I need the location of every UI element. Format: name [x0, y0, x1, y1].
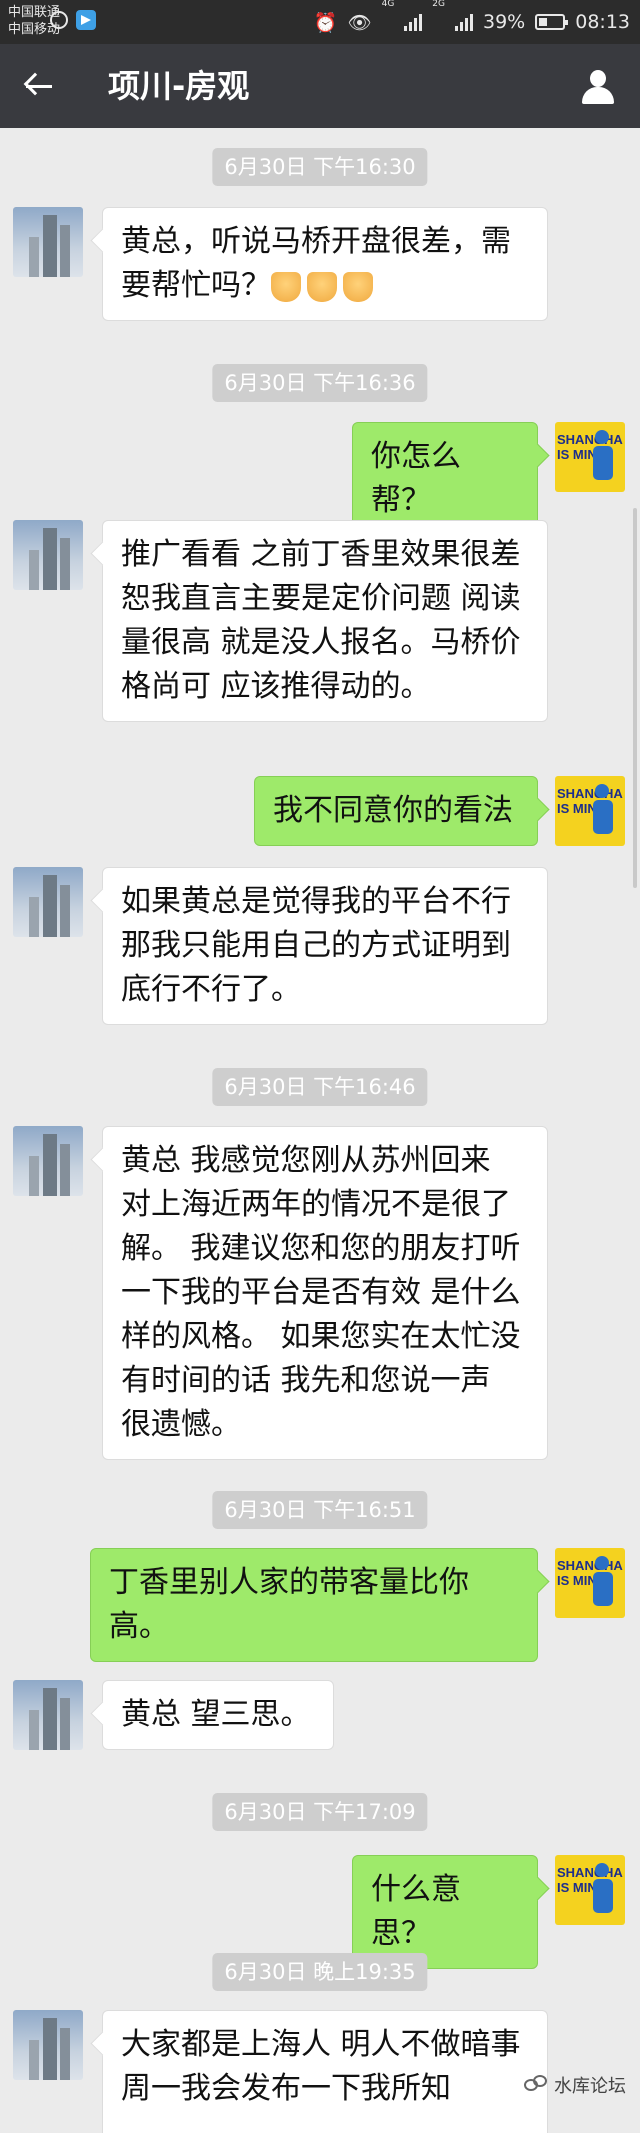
network-4g-label: 4G — [381, 0, 395, 9]
message-text: 推广看看 之前丁香里效果很差 恕我直言主要是定价问题 阅读量很高 就是没人报名。… — [121, 537, 521, 704]
message-bubble-incoming[interactable]: 推广看看 之前丁香里效果很差 恕我直言主要是定价问题 阅读量很高 就是没人报名。… — [102, 520, 548, 722]
alarm-icon: ⏰ — [313, 11, 338, 34]
watermark-text: 水库论坛 — [554, 2076, 626, 2097]
status-right: ⏰ 👁 4G 2G 39% 08:13 — [314, 0, 630, 44]
contact-avatar[interactable] — [13, 867, 83, 937]
message-text: 黄总 我感觉您刚从苏州回来 对上海近两年的情况不是很了解。 我建议您和您的朋友打… — [121, 1143, 521, 1442]
message-text: 我不同意你的看法 — [273, 793, 513, 828]
timestamp: 6月30日 下午16:51 — [212, 1491, 428, 1529]
contact-avatar[interactable] — [13, 2010, 83, 2080]
message-bubble-incoming[interactable]: 黄总，听说马桥开盘很差，需要帮忙吗？ — [102, 207, 548, 321]
message-text: 什么意思？ — [371, 1872, 461, 1951]
eye-icon: 👁 — [347, 11, 372, 34]
message-bubble-outgoing[interactable]: 丁香里别人家的带客量比你高。 — [90, 1548, 538, 1662]
message-bubble-incoming[interactable]: 如果黄总是觉得我的平台不行 那我只能用自己的方式证明到底行不行了。 — [102, 867, 548, 1025]
message-bubble-incoming[interactable]: 大家都是上海人 明人不做暗事 周一我会发布一下我所知 — [102, 2010, 548, 2133]
message-text: 黄总 望三思。 — [121, 1697, 311, 1732]
clock: 08:13 — [575, 11, 630, 33]
battery-icon — [535, 14, 569, 30]
message-bubble-outgoing[interactable]: 什么意思？ — [352, 1855, 538, 1969]
contact-avatar[interactable] — [13, 520, 83, 590]
scrollbar[interactable] — [633, 508, 637, 888]
contact-avatar[interactable] — [13, 1680, 83, 1750]
message-list[interactable]: 6月30日 下午16:30 黄总，听说马桥开盘很差，需要帮忙吗？ 6月30日 下… — [0, 128, 640, 2133]
chat-info-button[interactable] — [580, 70, 616, 106]
network-2g-label: 2G — [432, 0, 445, 9]
message-text: 你怎么帮？ — [371, 439, 461, 518]
message-bubble-outgoing[interactable]: 我不同意你的看法 — [254, 776, 538, 846]
timestamp: 6月30日 下午16:36 — [212, 364, 428, 402]
folded-hands-emoji — [271, 271, 373, 302]
signal-icon — [404, 13, 423, 31]
timestamp: 6月30日 下午16:46 — [212, 1068, 428, 1106]
message-bubble-incoming[interactable]: 黄总 我感觉您刚从苏州回来 对上海近两年的情况不是很了解。 我建议您和您的朋友打… — [102, 1126, 548, 1460]
my-avatar[interactable]: SHANGHA IS MINE — [555, 1548, 625, 1618]
message-text: 丁香里别人家的带客量比你高。 — [109, 1565, 469, 1644]
my-avatar[interactable]: SHANGHA IS MINE — [555, 1855, 625, 1925]
message-text: 如果黄总是觉得我的平台不行 那我只能用自己的方式证明到底行不行了。 — [121, 884, 511, 1007]
my-avatar[interactable]: SHANGHA IS MINE — [555, 776, 625, 846]
watermark: 水库论坛 — [524, 2072, 626, 2098]
chat-header: 项川-房观 — [0, 44, 640, 128]
back-button[interactable] — [22, 68, 62, 104]
notification-icons — [50, 10, 96, 30]
timestamp: 6月30日 下午17:09 — [212, 1793, 428, 1831]
wechat-icon — [524, 2075, 548, 2095]
message-text: 大家都是上海人 明人不做暗事 周一我会发布一下我所知 — [121, 2027, 521, 2106]
telegram-icon — [76, 10, 96, 30]
contact-avatar[interactable] — [13, 1126, 83, 1196]
status-bar: 中国联通 中国移动 ⏰ 👁 4G 2G 39% 08:13 — [0, 0, 640, 44]
timestamp: 6月30日 下午16:30 — [212, 148, 428, 186]
battery-percent: 39% — [483, 11, 526, 33]
signal-icon-2 — [455, 13, 473, 31]
sync-icon — [50, 11, 68, 29]
chat-title: 项川-房观 — [108, 67, 250, 105]
message-bubble-outgoing[interactable]: 你怎么帮？ — [352, 422, 538, 536]
my-avatar[interactable]: SHANGHA IS MINE — [555, 422, 625, 492]
contact-avatar[interactable] — [13, 207, 83, 277]
timestamp: 6月30日 晚上19:35 — [212, 1953, 428, 1991]
message-bubble-incoming[interactable]: 黄总 望三思。 — [102, 1680, 334, 1750]
